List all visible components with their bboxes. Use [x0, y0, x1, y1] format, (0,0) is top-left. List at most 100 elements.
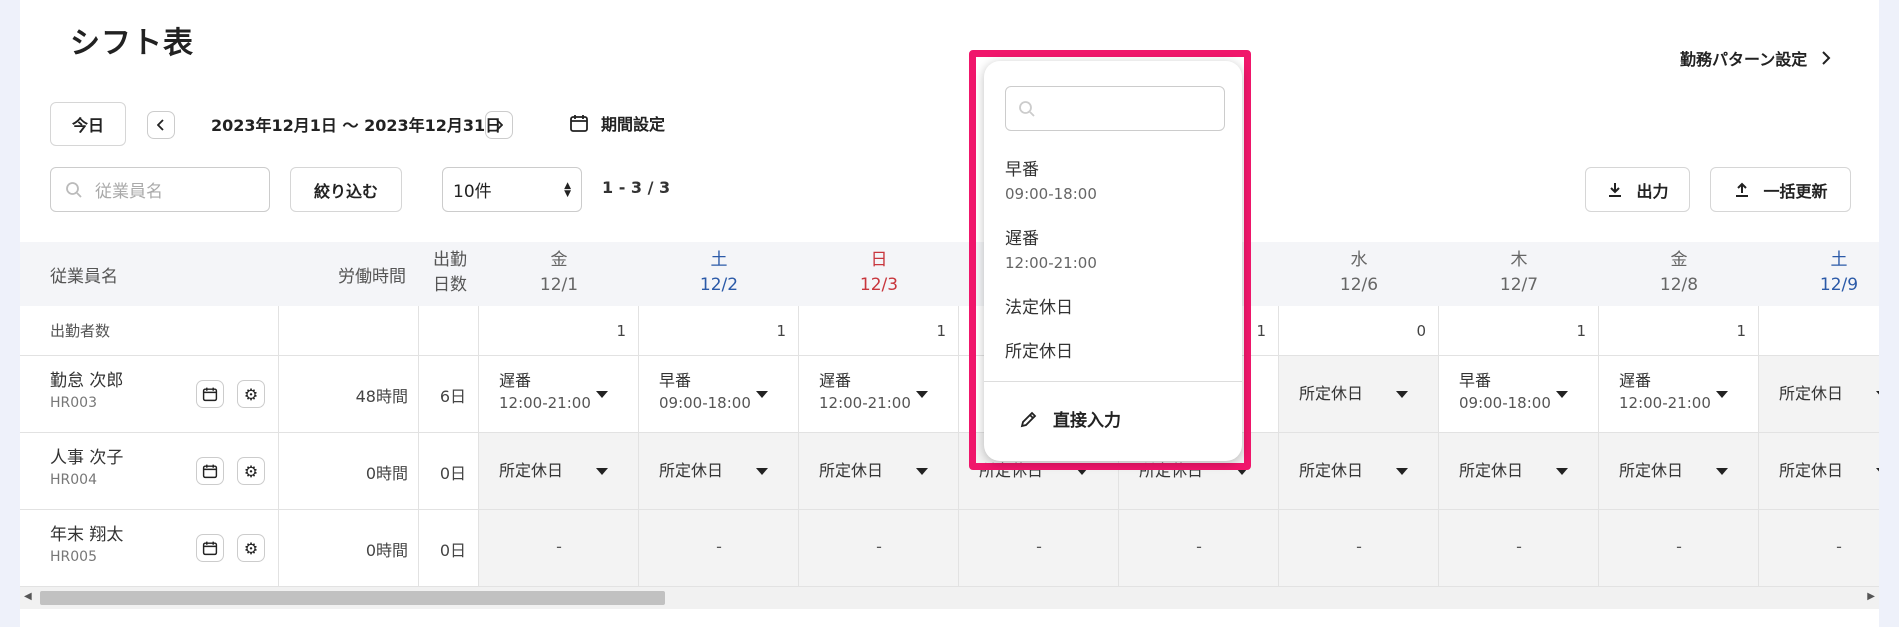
employee-settings-button[interactable]: ⚙: [237, 534, 265, 562]
popup-option-legal-holiday[interactable]: 法定休日: [1005, 296, 1073, 320]
shift-cell[interactable]: 所定休日: [479, 433, 639, 510]
shift-cell[interactable]: -: [959, 510, 1119, 587]
day-of-week: 水: [1350, 250, 1368, 270]
day-date: 12/2: [699, 275, 739, 295]
horizontal-scrollbar[interactable]: ◀ ▶: [20, 587, 1879, 609]
prev-range-button[interactable]: [147, 111, 175, 139]
employee-id: HR004: [50, 472, 97, 488]
shift-cell[interactable]: -: [1279, 510, 1439, 587]
day-header: 水 12/6: [1279, 248, 1439, 298]
shift-label: 所定休日: [1299, 384, 1364, 403]
chevron-right-icon: [1822, 51, 1831, 65]
shift-cell[interactable]: 所定休日: [799, 433, 959, 510]
employee-cell: 勤怠 次郎 HR003 ⚙: [20, 356, 279, 433]
filter-button[interactable]: 絞り込む: [290, 167, 402, 212]
attendance-count-cell: 1: [639, 306, 799, 356]
popup-option-late[interactable]: 遅番 12:00-21:00: [1005, 227, 1097, 275]
days-cell: 0日: [419, 433, 479, 510]
hours-value: 48時間: [355, 387, 408, 406]
attendance-count: 1: [1736, 322, 1746, 340]
direct-input-button[interactable]: 直接入力: [1019, 406, 1121, 431]
caret-down-icon: [1716, 391, 1728, 398]
upload-icon: [1736, 182, 1749, 197]
shift-cell[interactable]: 早番 09:00-18:00: [639, 356, 799, 433]
shift-cell[interactable]: -: [1119, 510, 1279, 587]
employee-calendar-button[interactable]: [196, 380, 224, 408]
shift-label: 遅番: [1619, 371, 1652, 390]
per-page-value: 10件: [453, 182, 492, 202]
attendance-count-cell: 1: [1599, 306, 1759, 356]
attendance-count-cell: 1: [479, 306, 639, 356]
scrollbar-thumb[interactable]: [40, 591, 665, 605]
employee-calendar-button[interactable]: [196, 534, 224, 562]
day-of-week: 土: [710, 250, 728, 270]
today-button[interactable]: 今日: [50, 102, 126, 146]
attendance-empty-cell: [279, 306, 419, 356]
shift-cell[interactable]: -: [799, 510, 959, 587]
day-of-week: 土: [1830, 250, 1848, 270]
employee-name[interactable]: 勤怠 次郎 HR003: [50, 370, 123, 414]
shift-cell[interactable]: -: [1439, 510, 1599, 587]
popup-option-early[interactable]: 早番 09:00-18:00: [1005, 158, 1097, 206]
shift-label: 所定休日: [1779, 384, 1844, 403]
shift-value: 所定休日: [1619, 460, 1683, 482]
day-date: 12/9: [1819, 275, 1859, 295]
employee-name[interactable]: 年末 翔太 HR005: [50, 524, 123, 568]
scroll-left-icon[interactable]: ◀: [24, 591, 32, 602]
shift-cell[interactable]: 所定休日: [1759, 433, 1879, 510]
shift-cell[interactable]: 所定休日: [1759, 356, 1879, 433]
employee-settings-button[interactable]: ⚙: [237, 457, 265, 485]
header-days: 出勤 日数: [433, 248, 467, 298]
employee-name[interactable]: 人事 次子 HR004: [50, 447, 123, 491]
chevron-left-icon: [157, 119, 164, 131]
shift-cell[interactable]: 所定休日: [1439, 433, 1599, 510]
period-settings-button[interactable]: 期間設定: [569, 111, 665, 135]
pattern-settings-label: 勤務パターン設定: [1680, 50, 1808, 69]
pattern-settings-link[interactable]: 勤務パターン設定: [1680, 46, 1831, 70]
attendance-count: 1: [1576, 322, 1586, 340]
shift-cell[interactable]: 早番 09:00-18:00: [1439, 356, 1599, 433]
attendance-count: 1: [616, 322, 626, 340]
attendance-count: 0: [1416, 322, 1426, 340]
day-date: 12/6: [1339, 275, 1379, 295]
scroll-right-icon[interactable]: ▶: [1867, 591, 1875, 602]
bulk-update-button[interactable]: 一括更新: [1710, 167, 1851, 212]
shift-cell[interactable]: 遅番 12:00-21:00: [1599, 356, 1759, 433]
shift-cell[interactable]: 所定休日: [1599, 433, 1759, 510]
employee-id: HR003: [50, 395, 97, 411]
shift-empty: -: [1196, 537, 1202, 556]
day-header: 土 12/2: [639, 248, 799, 298]
page-title: シフト表: [70, 26, 194, 61]
shift-cell[interactable]: 遅番 12:00-21:00: [799, 356, 959, 433]
employee-search-input[interactable]: 従業員名: [50, 167, 270, 212]
gear-icon: ⚙: [243, 461, 259, 481]
popup-search-input[interactable]: [1005, 86, 1225, 131]
shift-time: 09:00-18:00: [659, 394, 751, 412]
shift-value: 所定休日: [499, 460, 563, 482]
shift-value: 所定休日: [659, 460, 723, 482]
next-range-button[interactable]: [485, 111, 513, 139]
shift-cell[interactable]: 所定休日: [1279, 356, 1439, 433]
gear-icon: ⚙: [243, 384, 259, 404]
export-button[interactable]: 出力: [1585, 167, 1690, 212]
per-page-select[interactable]: 10件 ▲ ▼: [442, 167, 582, 212]
caret-down-icon: [1876, 391, 1879, 398]
shift-cell[interactable]: -: [1759, 510, 1879, 587]
employee-name-text: 勤怠 次郎: [50, 371, 124, 391]
attendance-count-cell: 1: [1439, 306, 1599, 356]
employee-calendar-button[interactable]: [196, 457, 224, 485]
shift-cell[interactable]: -: [639, 510, 799, 587]
days-cell: 0日: [419, 510, 479, 587]
employee-settings-button[interactable]: ⚙: [237, 380, 265, 408]
popup-option-scheduled-holiday[interactable]: 所定休日: [1005, 340, 1073, 364]
caret-down-icon: [1556, 391, 1568, 398]
shift-cell[interactable]: 所定休日: [1279, 433, 1439, 510]
caret-down-icon: [916, 391, 928, 398]
shift-value: 所定休日: [1459, 460, 1523, 482]
shift-cell[interactable]: 所定休日: [639, 433, 799, 510]
shift-cell[interactable]: -: [479, 510, 639, 587]
shift-cell[interactable]: -: [1599, 510, 1759, 587]
attendance-label: 出勤者数: [50, 322, 111, 340]
shift-cell[interactable]: 遅番 12:00-21:00: [479, 356, 639, 433]
calendar-icon: [570, 115, 588, 132]
